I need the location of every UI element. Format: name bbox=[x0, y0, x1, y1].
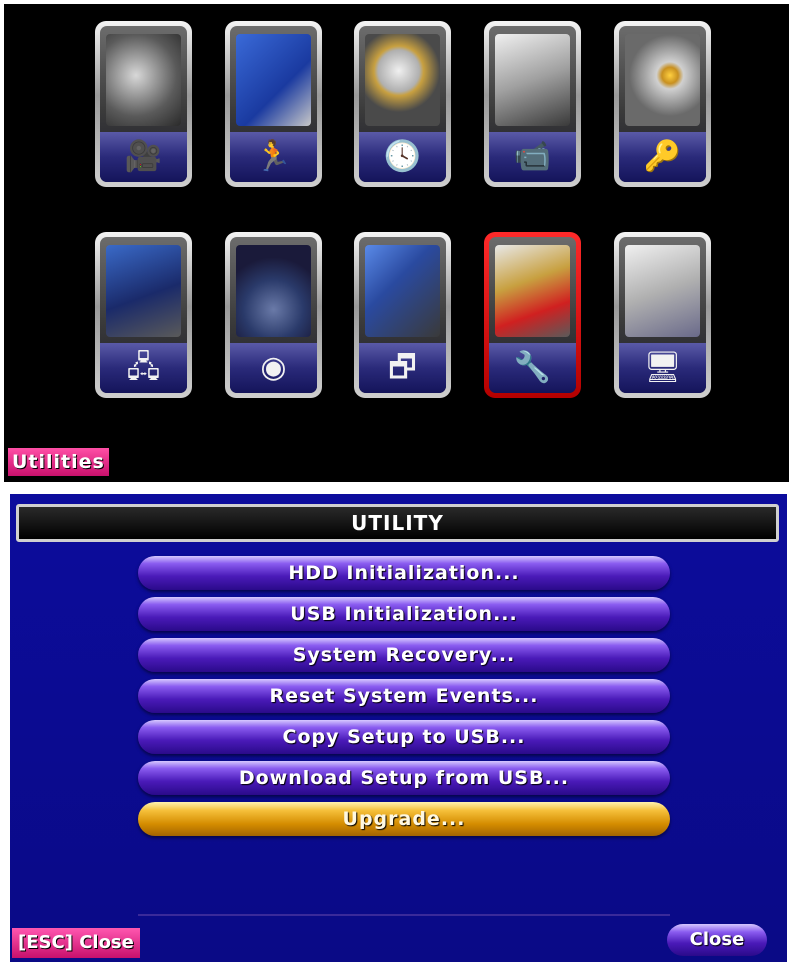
esc-close-hint: [ESC] Close bbox=[12, 928, 140, 958]
close-button[interactable]: Close bbox=[667, 924, 767, 956]
tile-schedule[interactable]: 🕓 bbox=[354, 21, 451, 187]
copy-setup-to-usb-button[interactable]: Copy Setup to USB... bbox=[138, 720, 670, 754]
upgrade-button[interactable]: Upgrade... bbox=[138, 802, 670, 836]
windows-icon: 🗗 bbox=[388, 350, 417, 385]
tile-record[interactable]: 📹 bbox=[484, 21, 581, 187]
usb-initialization-button[interactable]: USB Initialization... bbox=[138, 597, 670, 631]
key-icon: 🔑 bbox=[643, 139, 682, 174]
motion-person-icon: 🏃 bbox=[254, 139, 293, 174]
monitor-icon: 🖥 bbox=[643, 350, 682, 385]
wrench-icon: 🔧 bbox=[513, 350, 552, 385]
tile-motion[interactable]: 🏃 bbox=[225, 21, 322, 187]
main-menu-panel: 🎥 🏃 🕓 📹 🔑 🖧 ◉ 🗗 🔧 🖥 Utilities bbox=[4, 4, 789, 482]
dialog-title: UTILITY bbox=[16, 504, 779, 542]
tile-display[interactable]: 🗗 bbox=[354, 232, 451, 398]
video-camera-icon: 📹 bbox=[513, 139, 552, 174]
tile-utilities[interactable]: 🔧 bbox=[484, 232, 581, 398]
download-setup-from-usb-button[interactable]: Download Setup from USB... bbox=[138, 761, 670, 795]
tile-system[interactable]: 🖥 bbox=[614, 232, 711, 398]
dome-camera-icon: ◉ bbox=[260, 350, 287, 385]
tile-security[interactable]: 🔑 bbox=[614, 21, 711, 187]
utility-dialog: UTILITY HDD Initialization... USB Initia… bbox=[10, 494, 787, 962]
hdd-initialization-button[interactable]: HDD Initialization... bbox=[138, 556, 670, 590]
network-icon: 🖧 bbox=[126, 350, 161, 385]
tile-camera[interactable]: 🎥 bbox=[95, 21, 192, 187]
tile-ptz[interactable]: ◉ bbox=[225, 232, 322, 398]
status-badge: Utilities bbox=[8, 448, 109, 476]
camera-reel-icon: 🎥 bbox=[124, 139, 163, 174]
reset-system-events-button[interactable]: Reset System Events... bbox=[138, 679, 670, 713]
tile-network[interactable]: 🖧 bbox=[95, 232, 192, 398]
system-recovery-button[interactable]: System Recovery... bbox=[138, 638, 670, 672]
divider bbox=[138, 914, 670, 916]
clock-list-icon: 🕓 bbox=[383, 139, 422, 174]
